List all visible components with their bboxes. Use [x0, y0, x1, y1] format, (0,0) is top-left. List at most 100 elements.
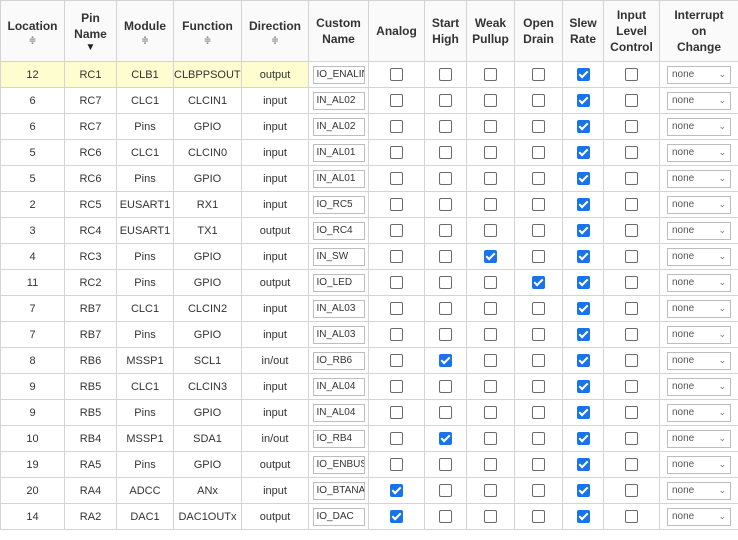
- slew-rate-checkbox[interactable]: [576, 354, 590, 367]
- weak-pullup-checkbox[interactable]: [484, 458, 497, 471]
- input-level-checkbox[interactable]: [625, 120, 638, 133]
- custom-name-input[interactable]: IO_BTANA: [312, 481, 365, 500]
- custom-name-input[interactable]: IO_RC4: [312, 221, 365, 240]
- weak-pullup-checkbox[interactable]: [484, 68, 497, 81]
- open-drain-checkbox[interactable]: [532, 328, 545, 341]
- start-high-checkbox[interactable]: [439, 302, 452, 315]
- table-row[interactable]: 14 RA2 DAC1 DAC1OUTx output IO_DAC none ⌄: [0, 503, 738, 530]
- custom-name-input[interactable]: IO_RB4: [312, 429, 365, 448]
- custom-name-input[interactable]: IN_AL03: [312, 325, 365, 344]
- input-level-checkbox[interactable]: [625, 432, 638, 445]
- start-high-checkbox[interactable]: [439, 172, 452, 185]
- header-function[interactable]: Function ≑: [173, 0, 242, 62]
- custom-name-input[interactable]: IO_LED: [312, 273, 365, 292]
- weak-pullup-checkbox[interactable]: [484, 224, 497, 237]
- table-row[interactable]: 6 RC7 CLC1 CLCIN1 input IN_AL02 none ⌄: [0, 87, 738, 114]
- start-high-checkbox[interactable]: [439, 224, 452, 237]
- open-drain-checkbox[interactable]: [532, 406, 545, 419]
- start-high-checkbox[interactable]: [439, 458, 452, 471]
- interrupt-on-change-select[interactable]: none ⌄: [667, 325, 731, 344]
- table-row[interactable]: 7 RB7 Pins GPIO input IN_AL03 none ⌄: [0, 321, 738, 348]
- interrupt-on-change-select[interactable]: none ⌄: [667, 507, 731, 526]
- table-row[interactable]: 10 RB4 MSSP1 SDA1 in/out IO_RB4 none ⌄: [0, 425, 738, 452]
- weak-pullup-checkbox[interactable]: [484, 250, 497, 263]
- interrupt-on-change-select[interactable]: none ⌄: [667, 351, 731, 370]
- open-drain-checkbox[interactable]: [532, 458, 545, 471]
- start-high-checkbox[interactable]: [439, 68, 452, 81]
- start-high-checkbox[interactable]: [439, 510, 452, 523]
- input-level-checkbox[interactable]: [625, 484, 638, 497]
- slew-rate-checkbox[interactable]: [576, 276, 590, 289]
- start-high-checkbox[interactable]: [439, 380, 452, 393]
- analog-checkbox[interactable]: [390, 302, 403, 315]
- weak-pullup-checkbox[interactable]: [484, 172, 497, 185]
- weak-pullup-checkbox[interactable]: [484, 302, 497, 315]
- analog-checkbox[interactable]: [390, 146, 403, 159]
- custom-name-input[interactable]: IN_AL04: [312, 403, 365, 422]
- analog-checkbox[interactable]: [390, 484, 403, 497]
- input-level-checkbox[interactable]: [625, 146, 638, 159]
- input-level-checkbox[interactable]: [625, 224, 638, 237]
- interrupt-on-change-select[interactable]: none ⌄: [667, 65, 731, 84]
- analog-checkbox[interactable]: [390, 120, 403, 133]
- slew-rate-checkbox[interactable]: [576, 172, 590, 185]
- table-row[interactable]: 9 RB5 CLC1 CLCIN3 input IN_AL04 none ⌄: [0, 373, 738, 400]
- analog-checkbox[interactable]: [390, 354, 403, 367]
- table-row[interactable]: 5 RC6 Pins GPIO input IN_AL01 none ⌄: [0, 165, 738, 192]
- open-drain-checkbox[interactable]: [532, 172, 545, 185]
- weak-pullup-checkbox[interactable]: [484, 146, 497, 159]
- slew-rate-checkbox[interactable]: [576, 68, 590, 81]
- analog-checkbox[interactable]: [390, 380, 403, 393]
- interrupt-on-change-select[interactable]: none ⌄: [667, 221, 731, 240]
- input-level-checkbox[interactable]: [625, 68, 638, 81]
- slew-rate-checkbox[interactable]: [576, 484, 590, 497]
- open-drain-checkbox[interactable]: [532, 146, 545, 159]
- header-module[interactable]: Module ≑: [116, 0, 174, 62]
- input-level-checkbox[interactable]: [625, 276, 638, 289]
- custom-name-input[interactable]: IO_ENBUS: [312, 455, 365, 474]
- start-high-checkbox[interactable]: [439, 328, 452, 341]
- custom-name-input[interactable]: IN_AL04: [312, 377, 365, 396]
- start-high-checkbox[interactable]: [439, 432, 452, 445]
- weak-pullup-checkbox[interactable]: [484, 380, 497, 393]
- interrupt-on-change-select[interactable]: none ⌄: [667, 143, 731, 162]
- custom-name-input[interactable]: IN_AL02: [312, 117, 365, 136]
- input-level-checkbox[interactable]: [625, 380, 638, 393]
- slew-rate-checkbox[interactable]: [576, 146, 590, 159]
- input-level-checkbox[interactable]: [625, 302, 638, 315]
- custom-name-input[interactable]: IO_RB6: [312, 351, 365, 370]
- open-drain-checkbox[interactable]: [532, 302, 545, 315]
- start-high-checkbox[interactable]: [439, 94, 452, 107]
- start-high-checkbox[interactable]: [439, 120, 452, 133]
- weak-pullup-checkbox[interactable]: [484, 120, 497, 133]
- table-row[interactable]: 11 RC2 Pins GPIO output IO_LED none ⌄: [0, 269, 738, 296]
- table-row[interactable]: 3 RC4 EUSART1 TX1 output IO_RC4 none ⌄: [0, 217, 738, 244]
- interrupt-on-change-select[interactable]: none ⌄: [667, 117, 731, 136]
- input-level-checkbox[interactable]: [625, 328, 638, 341]
- custom-name-input[interactable]: IN_AL02: [312, 91, 365, 110]
- table-row[interactable]: 4 RC3 Pins GPIO input IN_SW none ⌄: [0, 243, 738, 270]
- interrupt-on-change-select[interactable]: none ⌄: [667, 273, 731, 292]
- open-drain-checkbox[interactable]: [532, 224, 545, 237]
- weak-pullup-checkbox[interactable]: [484, 432, 497, 445]
- slew-rate-checkbox[interactable]: [576, 94, 590, 107]
- open-drain-checkbox[interactable]: [532, 68, 545, 81]
- interrupt-on-change-select[interactable]: none ⌄: [667, 455, 731, 474]
- input-level-checkbox[interactable]: [625, 354, 638, 367]
- interrupt-on-change-select[interactable]: none ⌄: [667, 91, 731, 110]
- open-drain-checkbox[interactable]: [532, 250, 545, 263]
- analog-checkbox[interactable]: [390, 510, 403, 523]
- open-drain-checkbox[interactable]: [532, 120, 545, 133]
- weak-pullup-checkbox[interactable]: [484, 354, 497, 367]
- interrupt-on-change-select[interactable]: none ⌄: [667, 169, 731, 188]
- slew-rate-checkbox[interactable]: [576, 120, 590, 133]
- table-row[interactable]: 8 RB6 MSSP1 SCL1 in/out IO_RB6 none ⌄: [0, 347, 738, 374]
- slew-rate-checkbox[interactable]: [576, 458, 590, 471]
- custom-name-input[interactable]: IO_RC5: [312, 195, 365, 214]
- custom-name-input[interactable]: IN_AL01: [312, 169, 365, 188]
- weak-pullup-checkbox[interactable]: [484, 198, 497, 211]
- table-row[interactable]: 12 RC1 CLB1 CLBPPSOUT0 output IO_ENALIN none ⌄: [0, 61, 738, 88]
- header-location[interactable]: Location ≑: [0, 0, 65, 62]
- interrupt-on-change-select[interactable]: none ⌄: [667, 481, 731, 500]
- custom-name-input[interactable]: IN_AL01: [312, 143, 365, 162]
